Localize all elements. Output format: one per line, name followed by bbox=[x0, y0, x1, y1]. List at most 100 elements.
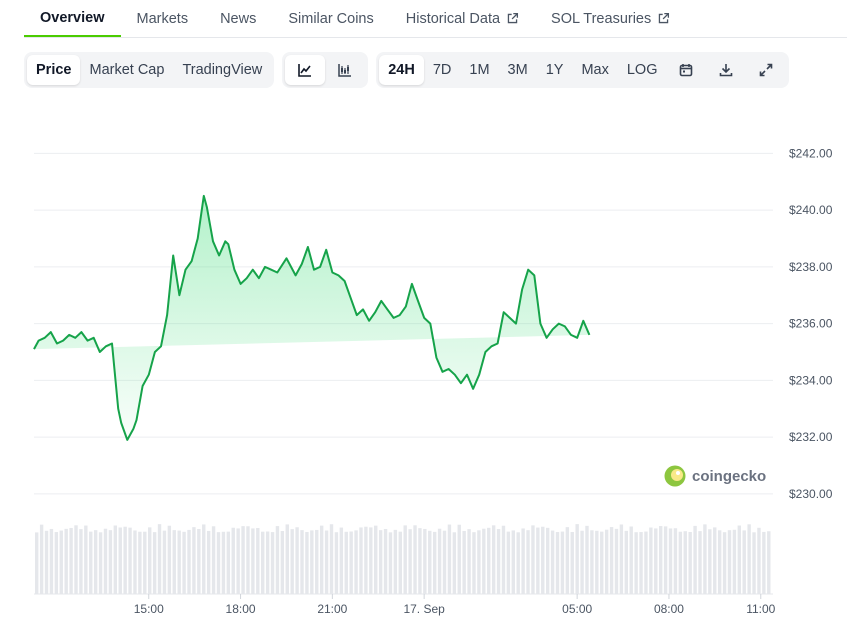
volume-bar bbox=[216, 532, 221, 594]
volume-bar bbox=[93, 530, 98, 594]
volume-bar bbox=[708, 529, 712, 594]
volume-bar bbox=[236, 528, 240, 594]
volume-bar bbox=[118, 527, 122, 594]
volume-bar bbox=[526, 530, 530, 594]
volume-bar bbox=[580, 530, 584, 594]
volume-bar bbox=[649, 527, 653, 594]
volume-bar bbox=[727, 530, 732, 594]
volume-bar bbox=[59, 530, 63, 594]
volume-bar bbox=[315, 529, 319, 594]
volume-bar bbox=[133, 530, 137, 594]
volume-bar bbox=[560, 531, 565, 594]
volume-bar bbox=[570, 532, 574, 594]
volume-bar bbox=[467, 529, 471, 594]
y-tick-label: $240.00 bbox=[789, 203, 833, 217]
volume-bar bbox=[585, 525, 589, 594]
volume-bar bbox=[270, 532, 275, 594]
x-tick-label: 05:00 bbox=[562, 602, 592, 616]
y-tick-label: $242.00 bbox=[789, 146, 833, 160]
y-tick-label: $238.00 bbox=[789, 260, 833, 274]
y-tick-label: $236.00 bbox=[789, 317, 833, 331]
volume-bar bbox=[364, 526, 368, 594]
volume-bar bbox=[555, 532, 560, 594]
volume-bar bbox=[462, 530, 466, 594]
volume-bar bbox=[688, 532, 692, 594]
volume-bar bbox=[432, 531, 437, 594]
volume-bar bbox=[152, 532, 157, 594]
volume-bar bbox=[536, 527, 540, 594]
volume-bar bbox=[722, 532, 727, 594]
volume-bar bbox=[39, 524, 44, 594]
volume-bar bbox=[69, 527, 73, 594]
volume-bar bbox=[703, 524, 707, 594]
volume-bar bbox=[202, 524, 206, 594]
coingecko-logo-face bbox=[671, 469, 683, 481]
volume-bar bbox=[374, 525, 378, 594]
volume-bar bbox=[413, 525, 417, 594]
volume-bar bbox=[442, 530, 447, 594]
volume-bar bbox=[324, 530, 329, 594]
volume-bar bbox=[359, 527, 363, 594]
volume-bar bbox=[521, 528, 525, 594]
volume-bar bbox=[398, 531, 402, 594]
volume-bar bbox=[334, 532, 339, 594]
volume-bar bbox=[658, 526, 663, 594]
volume-bar bbox=[49, 528, 54, 594]
volume-bar bbox=[447, 524, 452, 594]
volume-bar bbox=[737, 525, 742, 594]
volume-bar bbox=[541, 526, 545, 594]
volume-bar bbox=[767, 531, 771, 594]
x-tick-label: 08:00 bbox=[654, 602, 684, 616]
volume-bar bbox=[516, 532, 520, 594]
volume-bar bbox=[187, 529, 191, 594]
volume-bar bbox=[604, 529, 609, 594]
volume-bar bbox=[246, 526, 250, 594]
volume-bar bbox=[472, 532, 476, 594]
y-tick-label: $230.00 bbox=[789, 487, 833, 501]
y-tick-label: $232.00 bbox=[789, 430, 833, 444]
volume-bar bbox=[545, 527, 550, 594]
volume-bar bbox=[329, 524, 334, 594]
volume-bar bbox=[752, 532, 756, 594]
volume-bar bbox=[496, 529, 501, 594]
volume-bar bbox=[138, 531, 142, 594]
volume-bar bbox=[162, 530, 167, 594]
volume-bar bbox=[491, 525, 496, 594]
x-tick-label: 11:00 bbox=[746, 602, 775, 616]
volume-bar bbox=[251, 528, 255, 594]
price-chart[interactable]: $230.00 $232.00 $234.00 $236.00 $238.00 $240.… bbox=[0, 0, 847, 626]
volume-bar bbox=[531, 525, 535, 594]
volume-bar bbox=[403, 525, 407, 594]
volume-bar bbox=[344, 531, 348, 594]
volume-bar bbox=[550, 530, 555, 594]
volume-bar bbox=[172, 530, 176, 594]
volume-bar bbox=[683, 531, 687, 594]
volume-bar bbox=[84, 525, 88, 594]
x-tick-label: 18:00 bbox=[226, 602, 256, 616]
volume-bar bbox=[482, 528, 486, 594]
volume-bar bbox=[305, 531, 309, 594]
volume-bar bbox=[423, 528, 427, 594]
volume-bar bbox=[285, 524, 289, 594]
volume-bar bbox=[654, 528, 658, 594]
volume-bar bbox=[182, 531, 186, 594]
volume-bar bbox=[319, 525, 324, 594]
volume-bar bbox=[595, 530, 599, 594]
volume-bar bbox=[629, 526, 633, 594]
volume-bar bbox=[221, 531, 226, 594]
volume-bar bbox=[590, 530, 594, 594]
volume-bar bbox=[265, 531, 270, 594]
volume-bar bbox=[408, 529, 412, 594]
volume-bar bbox=[634, 532, 638, 594]
volume-bar bbox=[89, 531, 93, 594]
volume-bar bbox=[698, 531, 702, 594]
volume-bar bbox=[98, 532, 103, 594]
volume-bar bbox=[54, 532, 59, 594]
volume-bar bbox=[231, 527, 235, 594]
volume-bar bbox=[673, 528, 678, 594]
volume-bar bbox=[123, 526, 127, 594]
volume-bar bbox=[619, 524, 624, 594]
watermark-text: coingecko bbox=[692, 468, 766, 485]
volume-bar bbox=[717, 530, 722, 594]
volume-bar bbox=[261, 531, 265, 594]
